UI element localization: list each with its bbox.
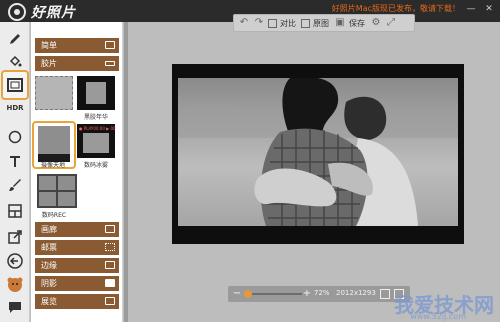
- grid-layout-icon: [8, 204, 22, 218]
- back-button[interactable]: [3, 250, 27, 272]
- text-icon: [10, 156, 20, 167]
- zoom-bar: − + 72% 2012x1293: [228, 286, 410, 302]
- category-shadow[interactable]: 阴影: [35, 276, 119, 291]
- film-thumb[interactable]: [35, 76, 73, 110]
- bear-face-icon: [7, 277, 23, 292]
- zoom-slider-knob[interactable]: [244, 290, 252, 298]
- hdr-label[interactable]: HDR: [0, 104, 30, 112]
- frame-icon: [105, 261, 115, 269]
- edit-toolbar: ↶ ↷ 对比 原图 ▣ 保存 ⚙ ⤢: [233, 14, 415, 32]
- category-label: 阴影: [41, 279, 57, 288]
- thumb-label: 摄像天地: [40, 162, 65, 169]
- film-thumb-inner: [86, 82, 106, 104]
- film-thumb-inner: [83, 133, 109, 153]
- export-tool-button[interactable]: [3, 226, 27, 248]
- text-tool-button[interactable]: [3, 150, 27, 172]
- circle-tool-button[interactable]: [3, 126, 27, 148]
- thumb-label: 数码冰雾: [83, 162, 108, 169]
- redo-icon[interactable]: ↷: [253, 17, 265, 29]
- back-arrow-icon: [7, 253, 23, 269]
- rec-badge: ● PLAY00:00 ▶ 00: [79, 126, 116, 131]
- frame-icon: [105, 41, 115, 49]
- category-film[interactable]: 胶片: [35, 56, 119, 71]
- paintbrush-icon: [9, 179, 21, 191]
- app-title: 好照片: [31, 5, 76, 21]
- zoom-slider[interactable]: [246, 293, 302, 295]
- tool-rail: HDR: [0, 22, 30, 322]
- shadow-icon: [105, 279, 115, 287]
- mac-release-notice[interactable]: 好照片Mac版现已发布，敬请下载！: [332, 3, 460, 14]
- undo-icon[interactable]: ↶: [238, 17, 250, 29]
- save-button[interactable]: 保存: [349, 18, 365, 29]
- original-button[interactable]: 原图: [313, 18, 329, 29]
- chat-tool-button[interactable]: [3, 296, 27, 318]
- app-logo: 好照片: [8, 2, 118, 22]
- frame-icon: [105, 297, 115, 305]
- frame-panel: 简单 胶片 黑胶年华 摄像天地 ● PLAY00:00 ▶ 00 数码冰雾 数码…: [31, 22, 123, 322]
- category-label: 胶片: [41, 59, 57, 68]
- zoom-value: 72%: [314, 289, 330, 297]
- minimize-icon[interactable]: —: [466, 4, 476, 14]
- frame-icon: [7, 78, 23, 92]
- film-thumb-black[interactable]: [77, 76, 115, 110]
- original-icon[interactable]: [301, 18, 310, 28]
- category-label: 边缘: [41, 261, 57, 270]
- save-icon[interactable]: ▣: [334, 17, 346, 29]
- paintbrush-tool-button[interactable]: [3, 174, 27, 196]
- brush-tool-button[interactable]: [3, 28, 27, 50]
- category-simple[interactable]: 简单: [35, 38, 119, 53]
- close-icon[interactable]: ✕: [484, 4, 494, 14]
- category-gallery[interactable]: 画廊: [35, 222, 119, 237]
- fullscreen-icon[interactable]: ⤢: [385, 17, 397, 29]
- category-stamp[interactable]: 邮票: [35, 240, 119, 255]
- edited-photo: [178, 78, 458, 226]
- category-label: 展览: [41, 297, 57, 306]
- sticker-tool-button[interactable]: [3, 274, 27, 296]
- fill-tool-button[interactable]: [3, 50, 27, 72]
- image-dimensions: 2012x1293: [336, 289, 376, 297]
- stamp-icon: [105, 243, 115, 251]
- film-thumb-rec[interactable]: ● PLAY00:00 ▶ 00: [77, 124, 116, 158]
- photo-image: [178, 78, 458, 226]
- film-thumb-inner: [38, 126, 70, 154]
- fit-screen-icon[interactable]: [380, 289, 390, 299]
- film-thumb-cross[interactable]: [37, 174, 77, 208]
- category-label: 画廊: [41, 225, 57, 234]
- category-edge[interactable]: 边缘: [35, 258, 119, 273]
- panel-scrollbar[interactable]: [124, 22, 128, 322]
- zoom-out-button[interactable]: −: [232, 288, 242, 300]
- thumb-label: 数码REC: [41, 212, 67, 219]
- export-icon: [8, 230, 22, 244]
- gear-icon[interactable]: ⚙: [370, 17, 382, 29]
- compare-button[interactable]: 对比: [280, 18, 296, 29]
- zoom-in-button[interactable]: +: [302, 288, 312, 300]
- compare-icon[interactable]: [268, 18, 277, 28]
- frame-icon: [105, 225, 115, 233]
- crosshair-line: [39, 190, 75, 192]
- frame-tool-button[interactable]: [1, 70, 29, 100]
- camera-logo-icon: [8, 3, 26, 21]
- thumb-label: 黑胶年华: [83, 114, 108, 121]
- pencil-icon: [10, 34, 20, 44]
- paint-bucket-icon: [9, 55, 22, 67]
- photo-canvas[interactable]: [172, 64, 464, 244]
- category-label: 邮票: [41, 243, 57, 252]
- speech-bubble-icon: [9, 302, 21, 313]
- collapse-icon: [105, 61, 115, 66]
- site-watermark-url: www.52ij.com: [410, 312, 466, 321]
- layout-tool-button[interactable]: [3, 200, 27, 222]
- category-label: 简单: [41, 41, 57, 50]
- circle-icon: [8, 130, 22, 144]
- category-exhibition[interactable]: 展览: [35, 294, 119, 309]
